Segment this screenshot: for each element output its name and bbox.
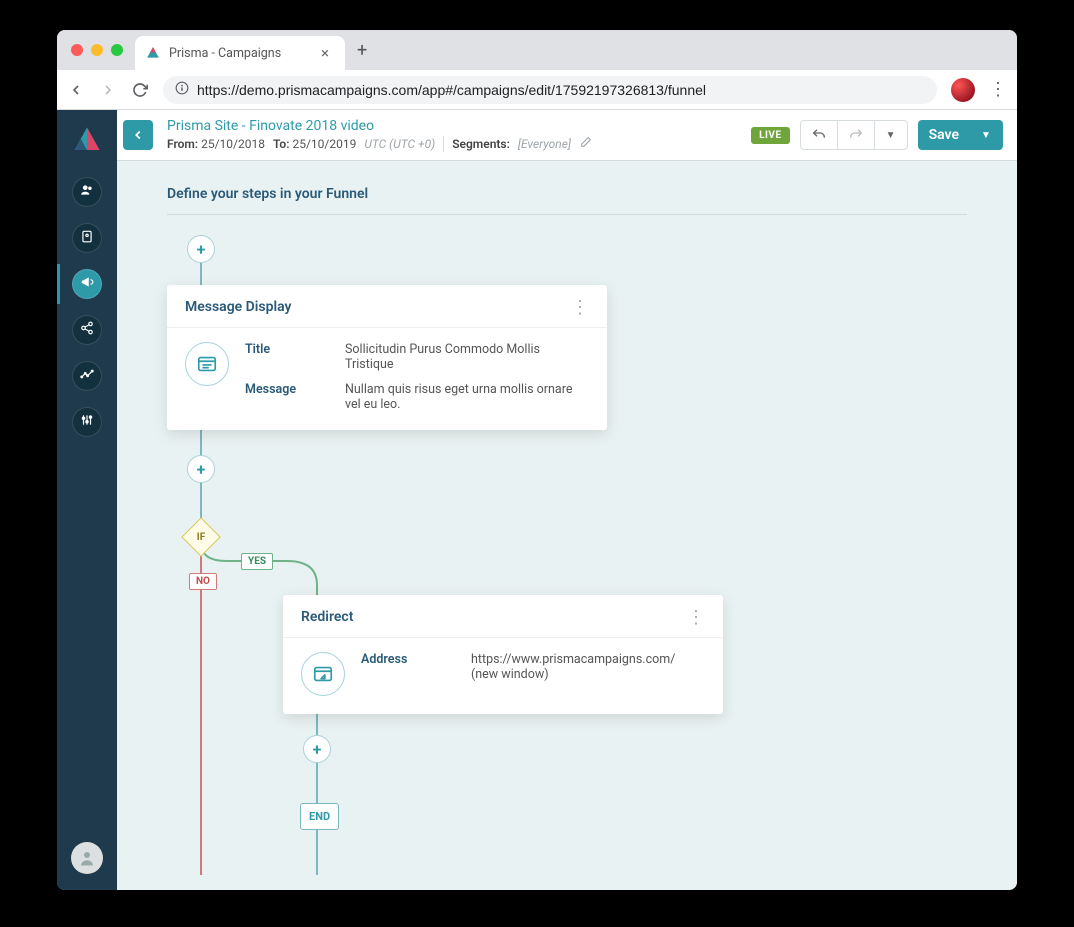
message-body-label: Message <box>245 382 325 412</box>
history-dropdown-button[interactable]: ▼ <box>874 120 908 150</box>
funnel-flow: + Message Display ⋮ T <box>167 235 967 875</box>
message-title-label: Title <box>245 342 325 372</box>
campaign-header: Prisma Site - Finovate 2018 video From: … <box>117 110 1017 161</box>
redirect-card-menu-icon[interactable]: ⋮ <box>687 613 705 622</box>
section-divider <box>167 214 967 215</box>
redirect-card[interactable]: Redirect ⋮ Address https://www.prismacam… <box>283 595 723 714</box>
message-display-icon <box>185 342 229 386</box>
meta-divider <box>443 136 444 152</box>
profile-avatar[interactable] <box>951 78 975 102</box>
main-panel: Prisma Site - Finovate 2018 video From: … <box>117 110 1017 890</box>
nav-forward-button <box>99 82 117 98</box>
branch-no-label: NO <box>189 573 217 590</box>
canvas-scroll[interactable]: Define your steps in your Funnel + <box>117 158 1017 890</box>
badge-icon <box>80 229 94 247</box>
from-label: From: <box>167 137 198 151</box>
save-group: Save ▼ <box>918 120 1003 150</box>
window-close-icon[interactable] <box>71 44 83 56</box>
site-info-icon[interactable] <box>175 81 189 99</box>
to-value: 25/10/2019 <box>292 137 356 151</box>
message-title-value: Sollicitudin Purus Commodo Mollis Tristi… <box>345 342 589 372</box>
tab-close-icon[interactable]: × <box>317 44 333 63</box>
message-body-value: Nullam quis risus eget urna mollis ornar… <box>345 382 589 412</box>
address-bar[interactable] <box>163 76 937 104</box>
sidebar-item-share[interactable] <box>67 310 107 350</box>
end-node: END <box>300 803 339 830</box>
url-input[interactable] <box>197 82 925 98</box>
app-root: Prisma Site - Finovate 2018 video From: … <box>57 110 1017 890</box>
message-display-card[interactable]: Message Display ⋮ Title Sollicitudin Pur… <box>167 285 607 430</box>
people-icon <box>80 183 94 201</box>
branch-yes-label: YES <box>241 553 273 570</box>
sidebar-item-analytics[interactable] <box>67 356 107 396</box>
section-title: Define your steps in your Funnel <box>167 186 967 202</box>
edit-segments-icon[interactable] <box>579 136 592 152</box>
redirect-card-title: Redirect <box>301 609 353 625</box>
analytics-icon <box>80 367 94 385</box>
window-minimize-icon[interactable] <box>91 44 103 56</box>
redirect-address-label: Address <box>361 652 451 696</box>
redo-button <box>837 120 875 150</box>
chrome-toolbar: ⋮ <box>57 70 1017 110</box>
save-button[interactable]: Save <box>918 120 970 150</box>
browser-tab[interactable]: Prisma - Campaigns × <box>135 36 345 70</box>
save-dropdown-button[interactable]: ▼ <box>969 120 1003 150</box>
sliders-icon <box>80 413 94 431</box>
back-button[interactable] <box>123 120 153 150</box>
add-step-button-top[interactable]: + <box>187 235 215 263</box>
chrome-tab-strip: Prisma - Campaigns × + <box>57 30 1017 70</box>
nav-back-button[interactable] <box>67 82 85 98</box>
sidebar-item-campaigns[interactable] <box>67 264 107 304</box>
message-card-menu-icon[interactable]: ⋮ <box>571 303 589 312</box>
from-value: 25/10/2018 <box>201 137 265 151</box>
app-sidebar <box>57 110 117 890</box>
live-status-badge: LIVE <box>751 127 790 144</box>
prisma-favicon-icon <box>145 45 161 61</box>
new-tab-button[interactable]: + <box>345 40 379 61</box>
timezone-value: UTC (UTC +0) <box>364 137 435 151</box>
sidebar-item-audience[interactable] <box>67 172 107 212</box>
window-traffic-lights <box>71 44 123 56</box>
campaign-meta: From: 25/10/2018 To: 25/10/2019 UTC (UTC… <box>167 136 592 152</box>
megaphone-icon <box>80 275 94 293</box>
undo-button[interactable] <box>800 120 838 150</box>
message-card-title: Message Display <box>185 299 292 315</box>
add-step-button-branch[interactable]: + <box>303 735 331 763</box>
campaign-title: Prisma Site - Finovate 2018 video <box>167 118 592 134</box>
user-avatar[interactable] <box>71 842 103 874</box>
nav-reload-button[interactable] <box>131 82 149 98</box>
undo-redo-group: ▼ <box>800 120 908 150</box>
segments-label: Segments: <box>452 137 510 151</box>
prisma-logo-icon[interactable] <box>67 120 107 160</box>
segments-value: [Everyone] <box>518 137 571 151</box>
sidebar-item-assets[interactable] <box>67 218 107 258</box>
chrome-menu-icon[interactable]: ⋮ <box>989 79 1007 100</box>
funnel-canvas: Define your steps in your Funnel + <box>117 158 1017 890</box>
sidebar-item-settings[interactable] <box>67 402 107 442</box>
redirect-icon <box>301 652 345 696</box>
window-maximize-icon[interactable] <box>111 44 123 56</box>
if-condition-node[interactable]: IF <box>181 517 221 557</box>
browser-window: Prisma - Campaigns × + ⋮ <box>57 30 1017 890</box>
add-step-button-mid[interactable]: + <box>187 455 215 483</box>
tab-title: Prisma - Campaigns <box>169 46 281 61</box>
share-icon <box>80 321 94 339</box>
to-label: To: <box>273 137 290 151</box>
redirect-address-value: https://www.prismacampaigns.com/ (new wi… <box>471 652 705 696</box>
